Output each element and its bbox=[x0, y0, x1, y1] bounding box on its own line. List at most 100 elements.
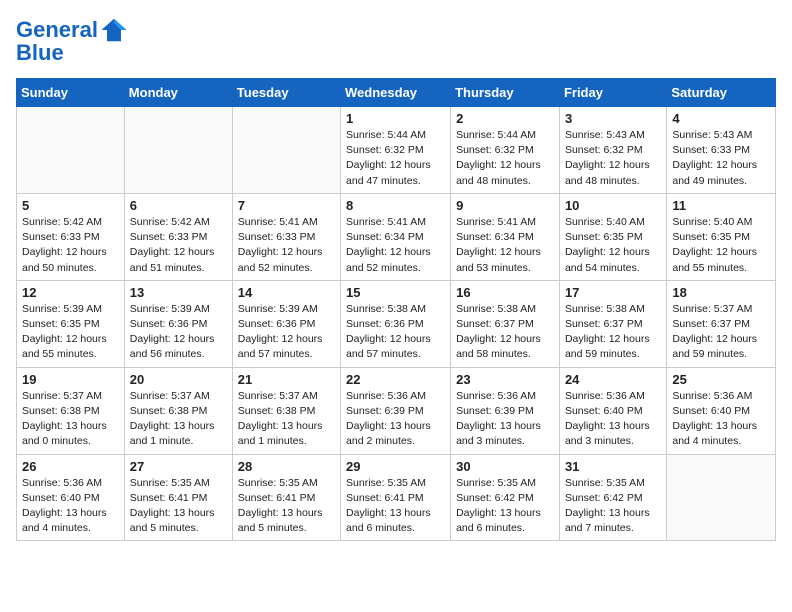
calendar-cell: 6 Sunrise: 5:42 AM Sunset: 6:33 PM Daylig… bbox=[124, 193, 232, 280]
day-info: Sunrise: 5:38 AM Sunset: 6:37 PM Dayligh… bbox=[565, 302, 661, 363]
calendar-cell: 28 Sunrise: 5:35 AM Sunset: 6:41 PM Dayli… bbox=[232, 454, 340, 541]
day-info: Sunrise: 5:44 AM Sunset: 6:32 PM Dayligh… bbox=[346, 128, 445, 189]
day-info: Sunrise: 5:36 AM Sunset: 6:40 PM Dayligh… bbox=[672, 389, 770, 450]
calendar-header-row: SundayMondayTuesdayWednesdayThursdayFrid… bbox=[17, 79, 776, 107]
header-friday: Friday bbox=[559, 79, 666, 107]
day-info: Sunrise: 5:37 AM Sunset: 6:38 PM Dayligh… bbox=[22, 389, 119, 450]
logo-icon bbox=[100, 16, 128, 44]
day-number: 25 bbox=[672, 372, 770, 387]
calendar-cell: 26 Sunrise: 5:36 AM Sunset: 6:40 PM Dayli… bbox=[17, 454, 125, 541]
day-number: 7 bbox=[238, 198, 335, 213]
day-info: Sunrise: 5:44 AM Sunset: 6:32 PM Dayligh… bbox=[456, 128, 554, 189]
day-info: Sunrise: 5:36 AM Sunset: 6:40 PM Dayligh… bbox=[565, 389, 661, 450]
day-info: Sunrise: 5:43 AM Sunset: 6:33 PM Dayligh… bbox=[672, 128, 770, 189]
day-info: Sunrise: 5:39 AM Sunset: 6:36 PM Dayligh… bbox=[238, 302, 335, 363]
week-row-4: 19 Sunrise: 5:37 AM Sunset: 6:38 PM Dayli… bbox=[17, 367, 776, 454]
day-info: Sunrise: 5:41 AM Sunset: 6:34 PM Dayligh… bbox=[346, 215, 445, 276]
day-number: 9 bbox=[456, 198, 554, 213]
day-number: 27 bbox=[130, 459, 227, 474]
calendar-cell: 11 Sunrise: 5:40 AM Sunset: 6:35 PM Dayli… bbox=[667, 193, 776, 280]
day-number: 12 bbox=[22, 285, 119, 300]
header-tuesday: Tuesday bbox=[232, 79, 340, 107]
day-number: 19 bbox=[22, 372, 119, 387]
day-info: Sunrise: 5:36 AM Sunset: 6:39 PM Dayligh… bbox=[456, 389, 554, 450]
day-number: 1 bbox=[346, 111, 445, 126]
week-row-3: 12 Sunrise: 5:39 AM Sunset: 6:35 PM Dayli… bbox=[17, 280, 776, 367]
day-info: Sunrise: 5:37 AM Sunset: 6:37 PM Dayligh… bbox=[672, 302, 770, 363]
week-row-1: 1 Sunrise: 5:44 AM Sunset: 6:32 PM Daylig… bbox=[17, 107, 776, 194]
day-info: Sunrise: 5:42 AM Sunset: 6:33 PM Dayligh… bbox=[22, 215, 119, 276]
page-header: General Blue bbox=[16, 16, 776, 66]
day-number: 8 bbox=[346, 198, 445, 213]
day-info: Sunrise: 5:39 AM Sunset: 6:35 PM Dayligh… bbox=[22, 302, 119, 363]
calendar-cell: 31Sunrise: 5:35 AM Sunset: 6:42 PM Dayli… bbox=[559, 454, 666, 541]
calendar-cell bbox=[17, 107, 125, 194]
day-number: 10 bbox=[565, 198, 661, 213]
calendar-cell: 20 Sunrise: 5:37 AM Sunset: 6:38 PM Dayli… bbox=[124, 367, 232, 454]
day-number: 14 bbox=[238, 285, 335, 300]
calendar-cell: 30 Sunrise: 5:35 AM Sunset: 6:42 PM Dayli… bbox=[451, 454, 560, 541]
calendar-cell: 16 Sunrise: 5:38 AM Sunset: 6:37 PM Dayli… bbox=[451, 280, 560, 367]
day-info: Sunrise: 5:39 AM Sunset: 6:36 PM Dayligh… bbox=[130, 302, 227, 363]
week-row-2: 5Sunrise: 5:42 AM Sunset: 6:33 PM Daylig… bbox=[17, 193, 776, 280]
day-info: Sunrise: 5:35 AM Sunset: 6:41 PM Dayligh… bbox=[346, 476, 445, 537]
week-row-5: 26 Sunrise: 5:36 AM Sunset: 6:40 PM Dayli… bbox=[17, 454, 776, 541]
header-sunday: Sunday bbox=[17, 79, 125, 107]
day-number: 18 bbox=[672, 285, 770, 300]
day-number: 3 bbox=[565, 111, 661, 126]
header-wednesday: Wednesday bbox=[341, 79, 451, 107]
calendar-cell: 25 Sunrise: 5:36 AM Sunset: 6:40 PM Dayli… bbox=[667, 367, 776, 454]
day-info: Sunrise: 5:37 AM Sunset: 6:38 PM Dayligh… bbox=[130, 389, 227, 450]
day-number: 6 bbox=[130, 198, 227, 213]
day-info: Sunrise: 5:40 AM Sunset: 6:35 PM Dayligh… bbox=[565, 215, 661, 276]
day-number: 17 bbox=[565, 285, 661, 300]
day-info: Sunrise: 5:35 AM Sunset: 6:42 PM Dayligh… bbox=[456, 476, 554, 537]
header-thursday: Thursday bbox=[451, 79, 560, 107]
calendar-cell: 19 Sunrise: 5:37 AM Sunset: 6:38 PM Dayli… bbox=[17, 367, 125, 454]
day-info: Sunrise: 5:37 AM Sunset: 6:38 PM Dayligh… bbox=[238, 389, 335, 450]
day-number: 11 bbox=[672, 198, 770, 213]
day-number: 29 bbox=[346, 459, 445, 474]
logo-text: General bbox=[16, 18, 98, 42]
calendar-cell: 21 Sunrise: 5:37 AM Sunset: 6:38 PM Dayli… bbox=[232, 367, 340, 454]
calendar-cell: 17 Sunrise: 5:38 AM Sunset: 6:37 PM Dayli… bbox=[559, 280, 666, 367]
day-number: 20 bbox=[130, 372, 227, 387]
calendar-cell: 29 Sunrise: 5:35 AM Sunset: 6:41 PM Dayli… bbox=[341, 454, 451, 541]
calendar-cell: 14 Sunrise: 5:39 AM Sunset: 6:36 PM Dayli… bbox=[232, 280, 340, 367]
day-number: 2 bbox=[456, 111, 554, 126]
calendar-cell: 23 Sunrise: 5:36 AM Sunset: 6:39 PM Dayli… bbox=[451, 367, 560, 454]
day-info: Sunrise: 5:41 AM Sunset: 6:34 PM Dayligh… bbox=[456, 215, 554, 276]
calendar-cell: 3 Sunrise: 5:43 AM Sunset: 6:32 PM Daylig… bbox=[559, 107, 666, 194]
header-monday: Monday bbox=[124, 79, 232, 107]
day-number: 26 bbox=[22, 459, 119, 474]
day-info: Sunrise: 5:40 AM Sunset: 6:35 PM Dayligh… bbox=[672, 215, 770, 276]
day-info: Sunrise: 5:38 AM Sunset: 6:36 PM Dayligh… bbox=[346, 302, 445, 363]
calendar-cell: 1 Sunrise: 5:44 AM Sunset: 6:32 PM Daylig… bbox=[341, 107, 451, 194]
day-info: Sunrise: 5:38 AM Sunset: 6:37 PM Dayligh… bbox=[456, 302, 554, 363]
day-info: Sunrise: 5:43 AM Sunset: 6:32 PM Dayligh… bbox=[565, 128, 661, 189]
day-info: Sunrise: 5:36 AM Sunset: 6:40 PM Dayligh… bbox=[22, 476, 119, 537]
logo: General Blue bbox=[16, 16, 128, 66]
calendar-cell: 2 Sunrise: 5:44 AM Sunset: 6:32 PM Daylig… bbox=[451, 107, 560, 194]
day-number: 30 bbox=[456, 459, 554, 474]
day-number: 22 bbox=[346, 372, 445, 387]
day-number: 15 bbox=[346, 285, 445, 300]
calendar-cell: 8 Sunrise: 5:41 AM Sunset: 6:34 PM Daylig… bbox=[341, 193, 451, 280]
day-number: 23 bbox=[456, 372, 554, 387]
day-info: Sunrise: 5:36 AM Sunset: 6:39 PM Dayligh… bbox=[346, 389, 445, 450]
calendar-cell: 24 Sunrise: 5:36 AM Sunset: 6:40 PM Dayli… bbox=[559, 367, 666, 454]
day-number: 21 bbox=[238, 372, 335, 387]
calendar-cell bbox=[232, 107, 340, 194]
calendar-cell: 13Sunrise: 5:39 AM Sunset: 6:36 PM Dayli… bbox=[124, 280, 232, 367]
day-number: 28 bbox=[238, 459, 335, 474]
day-number: 16 bbox=[456, 285, 554, 300]
calendar-cell bbox=[667, 454, 776, 541]
day-info: Sunrise: 5:41 AM Sunset: 6:33 PM Dayligh… bbox=[238, 215, 335, 276]
day-info: Sunrise: 5:35 AM Sunset: 6:42 PM Dayligh… bbox=[565, 476, 661, 537]
calendar-cell: 7 Sunrise: 5:41 AM Sunset: 6:33 PM Daylig… bbox=[232, 193, 340, 280]
day-info: Sunrise: 5:35 AM Sunset: 6:41 PM Dayligh… bbox=[238, 476, 335, 537]
calendar-cell: 12 Sunrise: 5:39 AM Sunset: 6:35 PM Dayli… bbox=[17, 280, 125, 367]
day-number: 24 bbox=[565, 372, 661, 387]
day-info: Sunrise: 5:42 AM Sunset: 6:33 PM Dayligh… bbox=[130, 215, 227, 276]
calendar-cell bbox=[124, 107, 232, 194]
